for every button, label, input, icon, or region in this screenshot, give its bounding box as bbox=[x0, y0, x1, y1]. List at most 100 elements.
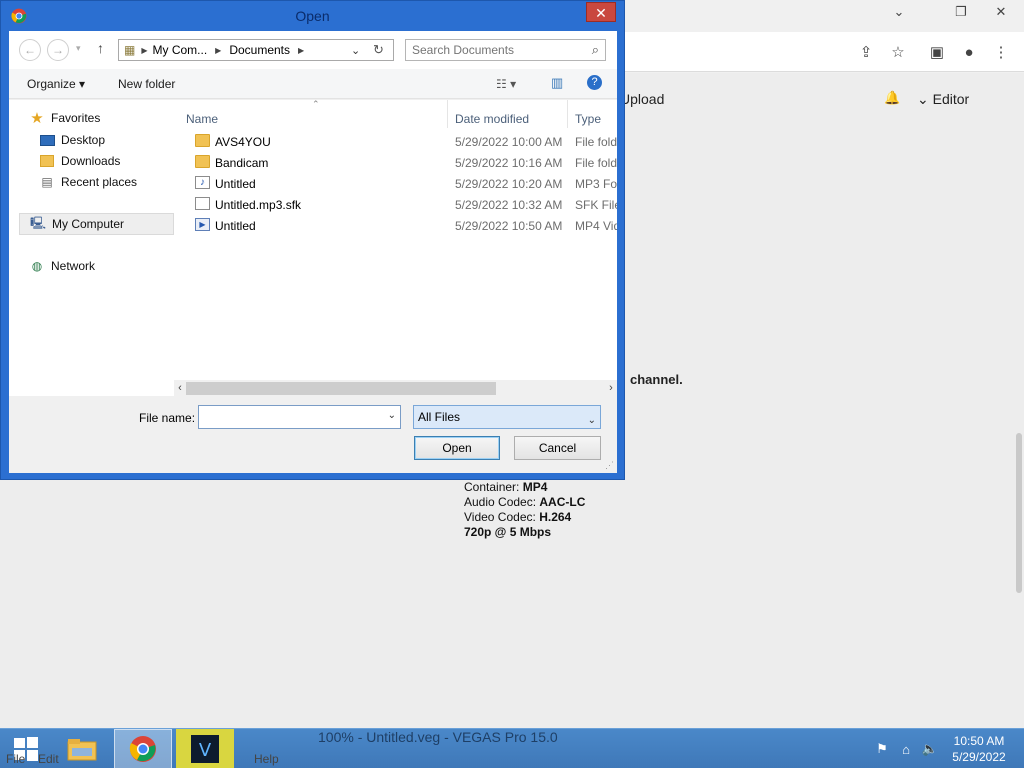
file-row[interactable]: Untitled.mp3.sfk 5/29/2022 10:32 AM SFK … bbox=[174, 194, 617, 215]
file-name-label: File name: bbox=[139, 411, 196, 425]
page-scrollbar[interactable] bbox=[1014, 73, 1024, 723]
system-clock[interactable]: 10:50 AM 5/29/2022 bbox=[944, 733, 1014, 765]
help-icon[interactable]: ? bbox=[587, 75, 602, 90]
restore-window-icon[interactable]: ❐ bbox=[944, 0, 978, 24]
nav-item-recent-places[interactable]: ▤ Recent places bbox=[39, 175, 137, 189]
refresh-icon[interactable]: ↻ bbox=[373, 42, 384, 58]
navigation-bar: ← → ▾ ↑ ▦ ▶ My Com... ▶ Documents ▶ ⌄ ↻ … bbox=[9, 31, 617, 69]
file-row[interactable]: ♪ Untitled 5/29/2022 10:20 AM MP3 Form bbox=[174, 173, 617, 194]
computer-icon: 🖳 bbox=[30, 215, 47, 230]
forward-arrow-icon[interactable]: → bbox=[47, 39, 69, 61]
vegas-menu-file[interactable]: File bbox=[6, 752, 25, 766]
open-button[interactable]: Open bbox=[414, 436, 500, 460]
video-codec-value: H.264 bbox=[539, 510, 572, 524]
share-icon[interactable]: ⇪ bbox=[855, 41, 877, 63]
nav-computer-label: My Computer bbox=[52, 217, 125, 231]
resize-grip-icon[interactable]: ⋰ bbox=[605, 460, 614, 471]
file-name-input[interactable] bbox=[199, 406, 379, 428]
nav-item-downloads[interactable]: Downloads bbox=[39, 154, 120, 168]
bookmark-star-icon[interactable]: ☆ bbox=[887, 41, 909, 63]
search-input[interactable] bbox=[406, 40, 576, 60]
column-divider[interactable] bbox=[447, 100, 448, 128]
video-codec-label: Video Codec: bbox=[464, 510, 536, 524]
file-name: Untitled bbox=[215, 219, 256, 233]
chevron-down-icon: ⌄ bbox=[917, 91, 933, 107]
address-segment-documents[interactable]: Documents bbox=[229, 43, 290, 57]
chevron-down-icon[interactable]: ⌄ bbox=[882, 0, 916, 24]
container-label: Container: bbox=[464, 480, 520, 494]
menu-kebab-icon[interactable]: ⋮ bbox=[990, 41, 1012, 63]
scroll-right-icon[interactable]: › bbox=[605, 380, 617, 397]
sort-ascending-icon: ⌃ bbox=[312, 100, 320, 109]
navigation-pane: ★ Favorites Desktop Downloads ▤ Recent pla… bbox=[9, 100, 174, 396]
chrome-icon bbox=[11, 8, 27, 24]
column-header-name[interactable]: Name bbox=[186, 112, 218, 126]
address-segment-computer[interactable]: My Com... bbox=[153, 43, 208, 57]
new-folder-button[interactable]: New folder bbox=[118, 77, 175, 91]
folder-icon bbox=[195, 134, 210, 147]
file-date: 5/29/2022 10:20 AM bbox=[455, 177, 563, 191]
address-arrow-icon: ▶ bbox=[215, 45, 222, 55]
nav-item-network[interactable]: ◍ Network bbox=[29, 259, 95, 273]
nav-item-favorites[interactable]: ★ Favorites bbox=[29, 110, 101, 127]
side-panel-icon[interactable]: ▣ bbox=[926, 41, 948, 63]
nav-favorites-label: Favorites bbox=[51, 111, 101, 125]
up-arrow-icon[interactable]: ↑ bbox=[97, 40, 104, 56]
volume-muted-icon[interactable]: 🔈 bbox=[920, 729, 940, 768]
nav-network-label: Network bbox=[51, 259, 96, 273]
back-arrow-icon[interactable]: ← bbox=[19, 39, 41, 61]
file-row[interactable]: AVS4YOU 5/29/2022 10:00 AM File folder bbox=[174, 131, 617, 152]
address-arrow-icon: ▶ bbox=[141, 45, 148, 55]
computer-location-icon: ▦ bbox=[124, 43, 136, 57]
page-scrollbar-thumb[interactable] bbox=[1016, 433, 1022, 593]
folder-icon bbox=[195, 155, 210, 168]
recent-locations-chevron-icon[interactable]: ▾ bbox=[76, 43, 81, 54]
scroll-left-icon[interactable]: ‹ bbox=[174, 380, 186, 397]
clock-time: 10:50 AM bbox=[953, 734, 1005, 748]
profile-avatar-icon[interactable]: ● bbox=[958, 41, 980, 63]
file-type: File folder bbox=[575, 156, 617, 170]
vegas-menu-edit[interactable]: Edit bbox=[38, 752, 59, 766]
recent-places-icon: ▤ bbox=[41, 175, 53, 189]
nav-recent-label: Recent places bbox=[61, 175, 138, 189]
column-header-date[interactable]: Date modified bbox=[455, 112, 529, 126]
column-divider[interactable] bbox=[567, 100, 568, 128]
nav-item-my-computer[interactable]: 🖳 My Computer bbox=[19, 213, 174, 235]
dialog-close-button[interactable]: ✕ bbox=[586, 2, 616, 22]
flag-notification-icon[interactable]: ⚑ bbox=[872, 729, 892, 768]
organize-button[interactable]: Organize ▾ bbox=[27, 77, 85, 91]
chevron-down-icon[interactable]: ⌄ bbox=[388, 410, 396, 421]
mp4-file-icon: ▶ bbox=[195, 218, 210, 231]
taskbar-window-title: 100% - Untitled.veg - VEGAS Pro 15.0 bbox=[318, 729, 558, 745]
cancel-button[interactable]: Cancel bbox=[514, 436, 601, 460]
editor-menu[interactable]: ⌄ Editor bbox=[917, 91, 969, 108]
chevron-down-icon: ⌄ bbox=[587, 415, 596, 426]
upload-link[interactable]: Upload bbox=[620, 91, 664, 107]
file-type-filter-select[interactable]: All Files ⌄ bbox=[413, 405, 601, 429]
file-name: Bandicam bbox=[215, 156, 269, 170]
file-row[interactable]: ▶ Untitled 5/29/2022 10:50 AM MP4 Vide bbox=[174, 215, 617, 236]
preview-pane-icon[interactable]: ▥ bbox=[551, 75, 563, 91]
network-icon[interactable]: ⌂ bbox=[896, 729, 916, 768]
mp3-file-icon: ♪ bbox=[195, 176, 210, 189]
file-name-combobox[interactable]: ⌄ bbox=[198, 405, 401, 429]
notifications-bell-icon[interactable]: 🔔 bbox=[884, 90, 900, 106]
horizontal-scrollbar-thumb[interactable] bbox=[186, 382, 496, 395]
vegas-menu-help[interactable]: Help bbox=[254, 752, 279, 766]
horizontal-scrollbar[interactable]: ‹ › bbox=[174, 380, 617, 397]
file-date: 5/29/2022 10:16 AM bbox=[455, 156, 563, 170]
search-icon[interactable]: ⌕ bbox=[592, 42, 599, 58]
nav-item-desktop[interactable]: Desktop bbox=[39, 133, 105, 147]
network-globe-icon: ◍ bbox=[31, 259, 43, 273]
audio-codec-label: Audio Codec: bbox=[464, 495, 537, 509]
close-window-icon[interactable]: ✕ bbox=[984, 0, 1018, 24]
column-header-type[interactable]: Type bbox=[575, 112, 601, 126]
file-row[interactable]: Bandicam 5/29/2022 10:16 AM File folder bbox=[174, 152, 617, 173]
desktop-icon bbox=[39, 133, 55, 147]
search-box[interactable]: ⌕ bbox=[405, 39, 606, 61]
address-dropdown-icon[interactable]: ⌄ bbox=[351, 44, 360, 57]
file-name: AVS4YOU bbox=[215, 135, 271, 149]
file-name: Untitled.mp3.sfk bbox=[215, 198, 302, 212]
address-bar[interactable]: ▦ ▶ My Com... ▶ Documents ▶ ⌄ ↻ bbox=[118, 39, 394, 61]
view-options-icon[interactable]: ☷ ▾ bbox=[496, 77, 516, 91]
